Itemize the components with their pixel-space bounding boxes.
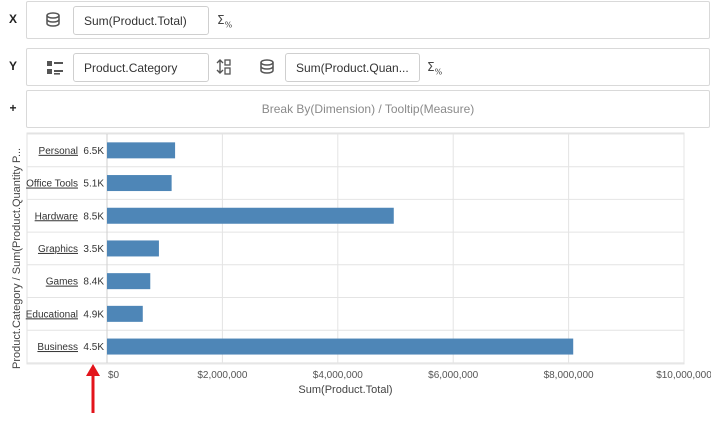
y-shelf[interactable]: Product.Category Sum(Product.Quan... Σ% [26, 48, 710, 86]
bar-chart: $0 $2,000,000 $4,000,000 $6,000,000 $8,000,0… [0, 128, 711, 422]
category-label[interactable]: Graphics [38, 244, 78, 255]
category-label[interactable]: Educational [26, 309, 78, 320]
bar-office-tools[interactable] [107, 175, 172, 192]
quantity-label: 5.1K [83, 179, 104, 190]
quantity-label: 8.5K [83, 211, 104, 222]
x-tick-label: $6,000,000 [428, 370, 478, 381]
quantity-label: 6.5K [83, 146, 104, 157]
break-by-placeholder: Break By(Dimension) / Tooltip(Measure) [261, 102, 475, 116]
y-axis-title: Product.Category / Sum(Product.Quantity … [11, 148, 23, 369]
x-tick-label: $8,000,000 [544, 370, 594, 381]
x-measure-chip[interactable]: Sum(Product.Total) [73, 6, 209, 35]
x-tick-label: $0 [108, 370, 120, 381]
quantity-label: 4.5K [83, 342, 104, 353]
sort-icon[interactable] [215, 57, 233, 77]
x-tick-label: $4,000,000 [313, 370, 363, 381]
quantity-label: 4.9K [83, 309, 104, 320]
x-tick-label: $10,000,000 [656, 370, 711, 381]
quantity-label: 3.5K [83, 244, 104, 255]
database-icon[interactable] [43, 10, 63, 30]
category-label[interactable]: Hardware [35, 211, 79, 222]
bar-games[interactable] [107, 273, 151, 290]
y-axis-label: Y [8, 59, 17, 73]
bar-graphics[interactable] [107, 240, 159, 257]
x-axis-label: X [8, 12, 17, 26]
bar-business[interactable] [107, 338, 574, 355]
bar-personal[interactable] [107, 142, 176, 159]
category-label[interactable]: Business [37, 342, 78, 353]
x-axis-title: Sum(Product.Total) [298, 384, 392, 396]
break-by-shelf[interactable]: Break By(Dimension) / Tooltip(Measure) [26, 90, 710, 128]
y-measure-chip[interactable]: Sum(Product.Quan... [285, 53, 420, 82]
sigma-percent-icon[interactable]: Σ% [427, 60, 442, 76]
chart-canvas: $0 $2,000,000 $4,000,000 $6,000,000 $8,000,0… [11, 132, 711, 413]
y-dimension-chip[interactable]: Product.Category [73, 53, 209, 82]
annotation-arrow-icon [86, 364, 100, 376]
quantity-label: 8.4K [83, 277, 104, 288]
break-by-add-label: + [9, 101, 17, 115]
bar-educational[interactable] [107, 305, 143, 322]
category-label[interactable]: Personal [39, 146, 78, 157]
category-label[interactable]: Office Tools [26, 179, 78, 190]
sigma-percent-icon[interactable]: Σ% [217, 13, 232, 29]
x-tick-label: $2,000,000 [197, 370, 247, 381]
database-icon[interactable] [257, 57, 277, 77]
x-shelf[interactable]: Sum(Product.Total) Σ% [26, 1, 710, 39]
bar-hardware[interactable] [107, 207, 394, 224]
category-label[interactable]: Games [46, 277, 78, 288]
list-icon[interactable] [45, 58, 65, 78]
